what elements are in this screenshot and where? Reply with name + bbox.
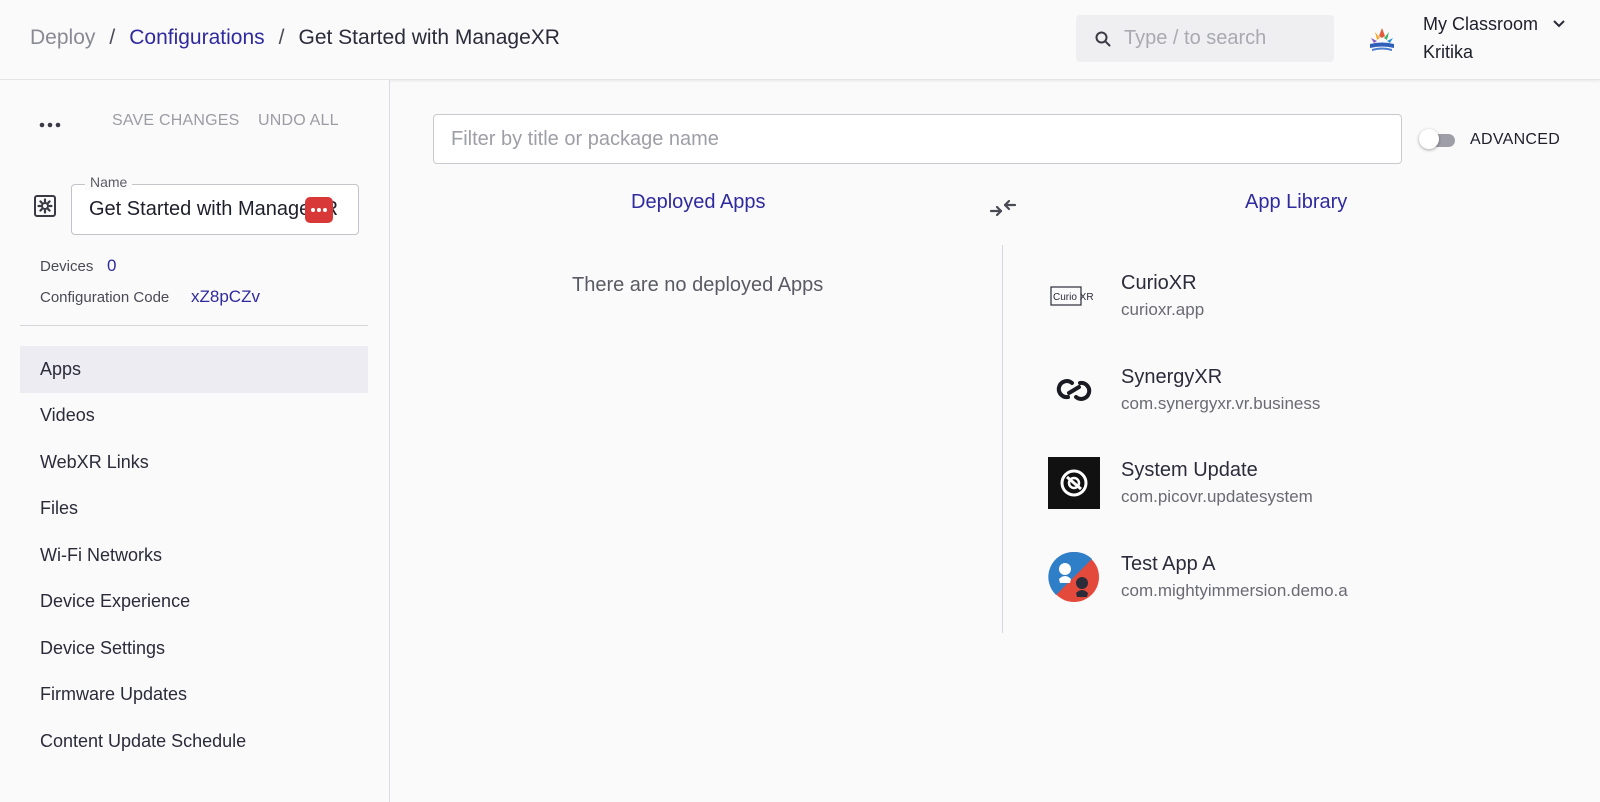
classroom-logo-icon — [1370, 28, 1394, 51]
app-title: CurioXR — [1121, 272, 1197, 294]
breadcrumb-current: Get Started with ManageXR — [298, 26, 560, 49]
app-title: Test App A — [1121, 552, 1216, 575]
user-name: Kritika — [1423, 42, 1474, 62]
top-header: Deploy / Configurations / Get Started wi… — [0, 0, 1600, 80]
config-code-value[interactable]: xZ8pCZv — [191, 287, 260, 307]
breadcrumb-separator: / — [278, 26, 285, 49]
chevron-down-icon[interactable] — [1551, 16, 1567, 32]
sidebar-item-firmware-updates[interactable]: Firmware Updates — [20, 672, 368, 719]
config-sidebar: SAVE CHANGES UNDO ALL Name Get Started w… — [0, 80, 390, 802]
save-changes-button[interactable]: SAVE CHANGES — [112, 112, 239, 130]
sidebar-item-device-settings[interactable]: Device Settings — [20, 625, 368, 672]
sidebar-item-webxr-links[interactable]: WebXR Links — [20, 439, 368, 486]
column-divider — [1002, 245, 1003, 633]
devices-count[interactable]: 0 — [107, 256, 116, 276]
search-input[interactable]: Type / to search — [1076, 15, 1334, 62]
sidebar-item-device-experience[interactable]: Device Experience — [20, 579, 368, 626]
deployed-apps-title: Deployed Apps — [631, 191, 766, 213]
app-title: SynergyXR — [1121, 365, 1223, 388]
breadcrumb-separator: / — [109, 26, 116, 49]
gear-icon[interactable] — [33, 194, 57, 218]
app-package: curioxr.app — [1121, 300, 1205, 319]
list-item[interactable]: SynergyXR com.synergyxr.vr.business — [1048, 354, 1568, 448]
search-placeholder: Type / to search — [1124, 27, 1267, 49]
test-app-icon — [1048, 551, 1100, 603]
search-icon — [1095, 31, 1111, 46]
app-package: com.synergyxr.vr.business — [1121, 393, 1321, 413]
list-item[interactable]: System Update com.picovr.updatesystem — [1048, 447, 1568, 541]
config-code-label: Configuration Code — [40, 289, 170, 306]
curioxr-logo-text: Curio XR — [1053, 292, 1094, 303]
sidebar-item-content-update-schedule[interactable]: Content Update Schedule — [20, 718, 368, 765]
name-field-label: Name — [85, 174, 133, 190]
sidebar-item-apps[interactable]: Apps — [20, 346, 368, 393]
synergyxr-logo-icon — [1048, 364, 1100, 416]
breadcrumb: Deploy / Configurations / Get Started wi… — [30, 26, 560, 50]
list-item[interactable]: Curio XR CurioXR curioxr.app — [1048, 260, 1568, 354]
system-update-icon — [1048, 457, 1100, 509]
curioxr-logo-icon: Curio XR — [1048, 270, 1100, 322]
breadcrumb-deploy[interactable]: Deploy — [30, 26, 95, 50]
more-horizontal-icon[interactable] — [38, 120, 62, 130]
filter-input[interactable]: Filter by title or package name — [433, 114, 1402, 164]
password-manager-icon[interactable] — [305, 197, 333, 223]
app-package: com.mightyimmersion.demo.a — [1121, 580, 1348, 600]
org-name: My Classroom — [1423, 14, 1539, 34]
swap-arrows-icon[interactable] — [989, 197, 1017, 219]
sidebar-nav: Apps Videos WebXR Links Files Wi-Fi Netw… — [20, 346, 368, 765]
deployed-empty-message: There are no deployed Apps — [572, 274, 824, 296]
undo-all-button[interactable]: UNDO ALL — [258, 112, 339, 130]
sidebar-item-wifi-networks[interactable]: Wi-Fi Networks — [20, 532, 368, 579]
app-title: System Update — [1121, 459, 1258, 481]
app-library-list: Curio XR CurioXR curioxr.app SynergyXR c… — [1048, 260, 1568, 634]
account-switcher[interactable]: My Classroom Kritika — [1366, 14, 1588, 66]
breadcrumb-configurations[interactable]: Configurations — [129, 26, 264, 50]
devices-label: Devices — [40, 258, 94, 275]
filter-placeholder: Filter by title or package name — [451, 127, 719, 150]
list-item[interactable]: Test App A com.mightyimmersion.demo.a — [1048, 541, 1568, 635]
sidebar-item-files[interactable]: Files — [20, 486, 368, 533]
app-package: com.picovr.updatesystem — [1121, 487, 1313, 506]
sidebar-item-videos[interactable]: Videos — [20, 393, 368, 440]
toggle-knob — [1419, 129, 1439, 149]
advanced-toggle[interactable] — [1419, 129, 1455, 149]
sidebar-divider — [20, 325, 368, 326]
configuration-name-field[interactable]: Name Get Started with ManageXR — [71, 174, 359, 235]
advanced-label: ADVANCED — [1470, 131, 1561, 148]
app-library-title: App Library — [1245, 191, 1348, 213]
